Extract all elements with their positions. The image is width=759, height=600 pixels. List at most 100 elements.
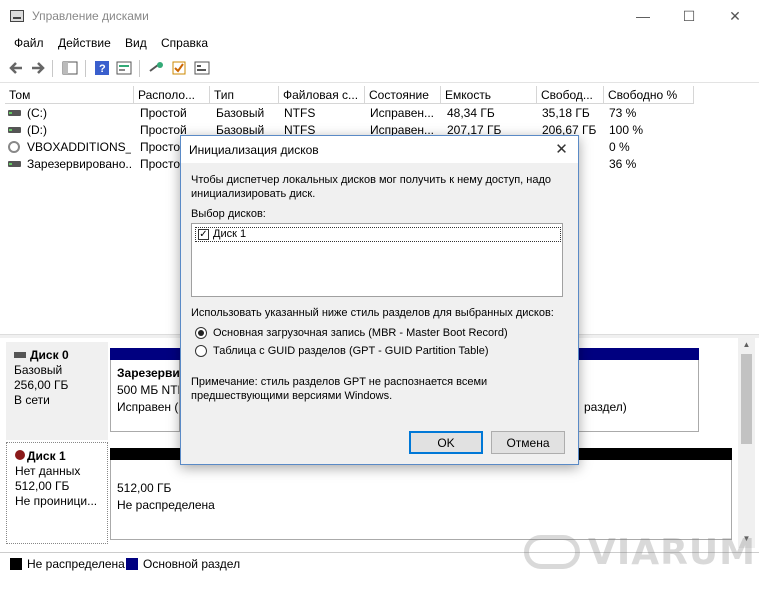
- title-bar: Управление дисками — ☐ ✕: [0, 0, 759, 32]
- cell-capacity: 48,34 ГБ: [447, 106, 495, 120]
- disk-list-item-label: Диск 1: [213, 228, 247, 240]
- disk-management-icon: [10, 10, 24, 22]
- dialog-description: Чтобы диспетчер локальных дисков мог пол…: [191, 174, 551, 200]
- cell-free-percent: 36 %: [609, 157, 637, 171]
- column-header-capacity[interactable]: Емкость: [441, 86, 537, 104]
- column-header-row: Том Располо... Тип Файловая с... Состоян…: [0, 86, 759, 104]
- back-arrow-icon[interactable]: [6, 59, 26, 77]
- forward-arrow-icon[interactable]: [28, 59, 48, 77]
- scrollbar-thumb[interactable]: [741, 354, 752, 444]
- cell-volume: VBOXADDITIONS_...: [27, 140, 131, 154]
- gpt-radio[interactable]: [195, 345, 207, 357]
- menu-view[interactable]: Вид: [125, 36, 147, 50]
- primary-partition-swatch: [126, 558, 138, 570]
- column-header-filesystem[interactable]: Файловая с...: [279, 86, 365, 104]
- unallocated-swatch: [10, 558, 22, 570]
- drive-icon: [8, 161, 21, 167]
- toolbar-separator: [139, 60, 140, 77]
- mbr-radio[interactable]: [195, 327, 207, 339]
- menu-help[interactable]: Справка: [161, 36, 208, 50]
- disk-1-checkbox[interactable]: ✓: [198, 229, 209, 240]
- settings-icon[interactable]: [192, 59, 212, 77]
- disk-type: Базовый: [14, 363, 63, 377]
- cell-free: 35,18 ГБ: [542, 106, 590, 120]
- properties-icon[interactable]: [114, 59, 134, 77]
- disk-error-icon: [15, 450, 25, 460]
- column-header-type[interactable]: Тип: [210, 86, 279, 104]
- drive-icon: [8, 110, 21, 116]
- column-header-volume[interactable]: Том: [5, 86, 134, 104]
- initialize-disk-dialog: Инициализация дисков ✕ Чтобы диспетчер л…: [180, 135, 579, 465]
- check-icon[interactable]: [169, 59, 189, 77]
- partition-status: Исправен (: [117, 400, 179, 414]
- close-button[interactable]: ✕: [712, 0, 758, 32]
- cell-status: Исправен...: [370, 106, 435, 120]
- disk-selection-list[interactable]: ✓ Диск 1: [191, 223, 563, 297]
- cell-volume: (C:): [27, 106, 47, 120]
- cell-free-percent: 73 %: [609, 106, 637, 120]
- cell-filesystem: NTFS: [284, 106, 316, 120]
- disk-list-item[interactable]: ✓ Диск 1: [195, 227, 561, 242]
- toolbar-separator: [52, 60, 53, 77]
- disk-icon: [14, 352, 26, 358]
- dialog-title: Инициализация дисков: [189, 143, 319, 157]
- partition-size: 500 МБ NTF: [117, 383, 180, 397]
- help-icon[interactable]: ?: [92, 59, 112, 77]
- select-disks-label: Выбор дисков:: [191, 208, 266, 220]
- partition-status: Не распределена: [117, 498, 215, 512]
- svg-text:?: ?: [99, 63, 106, 75]
- table-row[interactable]: (C:) Простой Базовый NTFS Исправен... 48…: [0, 105, 759, 122]
- dialog-close-icon[interactable]: ✕: [545, 136, 578, 163]
- partition-size: 512,00 ГБ: [117, 481, 172, 495]
- reserved-partition[interactable]: Зарезерви 500 МБ NTF Исправен (: [110, 360, 180, 432]
- disk-status: В сети: [14, 393, 50, 407]
- unallocated-space[interactable]: 512,00 ГБ Не распределена: [110, 460, 732, 540]
- toolbar: ?: [0, 55, 759, 83]
- menu-action[interactable]: Действие: [58, 36, 111, 50]
- ok-button[interactable]: OK: [409, 431, 483, 454]
- watermark-logo: [524, 535, 580, 569]
- cd-icon: [8, 141, 20, 153]
- gpt-option-label: Таблица с GUID разделов (GPT - GUID Part…: [213, 345, 489, 357]
- console-tree-icon[interactable]: [60, 59, 80, 77]
- minimize-button[interactable]: —: [620, 0, 666, 32]
- disk-name: Диск 1: [27, 449, 66, 463]
- dialog-title-bar: Инициализация дисков ✕: [181, 136, 578, 163]
- column-header-status[interactable]: Состояние: [365, 86, 441, 104]
- menu-file[interactable]: Файл: [14, 36, 44, 50]
- column-header-free[interactable]: Свобод...: [537, 86, 604, 104]
- system-partition[interactable]: раздел): [578, 360, 699, 432]
- gpt-compatibility-note: Примечание: стиль разделов GPT не распоз…: [191, 376, 488, 402]
- gpt-option[interactable]: Таблица с GUID разделов (GPT - GUID Part…: [195, 344, 489, 358]
- partition-name: Зарезерви: [117, 366, 180, 380]
- menu-bar: Файл Действие Вид Справка: [0, 32, 759, 54]
- disk-name: Диск 0: [30, 348, 69, 362]
- disk-type: Нет данных: [15, 464, 81, 478]
- cell-layout: Простой: [140, 106, 187, 120]
- cell-volume: Зарезервировано...: [27, 157, 131, 171]
- cancel-button[interactable]: Отмена: [491, 431, 565, 454]
- legend-unallocated-label: Не распределена: [27, 557, 125, 571]
- disk-0-label[interactable]: Диск 0 Базовый 256,00 ГБ В сети: [6, 342, 108, 440]
- maximize-button[interactable]: ☐: [666, 0, 712, 32]
- cell-volume: (D:): [27, 123, 47, 137]
- window-title: Управление дисками: [32, 9, 149, 23]
- drive-icon: [8, 127, 21, 133]
- disk-1-label[interactable]: Диск 1 Нет данных 512,00 ГБ Не проиници.…: [6, 442, 108, 544]
- toolbar-separator: [85, 60, 86, 77]
- column-header-layout[interactable]: Располо...: [134, 86, 210, 104]
- mbr-option[interactable]: Основная загрузочная запись (MBR - Maste…: [195, 326, 508, 340]
- column-header-free-percent[interactable]: Свободно %: [604, 86, 694, 104]
- disk-size: 512,00 ГБ: [15, 479, 70, 493]
- cell-free-percent: 100 %: [609, 123, 644, 137]
- cell-type: Базовый: [216, 106, 265, 120]
- mbr-option-label: Основная загрузочная запись (MBR - Maste…: [213, 327, 508, 339]
- disk-status: Не проиници...: [15, 494, 98, 508]
- connect-icon[interactable]: [146, 59, 166, 77]
- scroll-up-icon[interactable]: ▲: [738, 340, 755, 349]
- watermark-text: VIARUM: [588, 532, 756, 573]
- partition-style-label: Использовать указанный ниже стиль раздел…: [191, 307, 554, 319]
- vertical-scrollbar[interactable]: ▲ ▼: [738, 338, 755, 548]
- partition-status-tail: раздел): [584, 400, 627, 414]
- disk-size: 256,00 ГБ: [14, 378, 69, 392]
